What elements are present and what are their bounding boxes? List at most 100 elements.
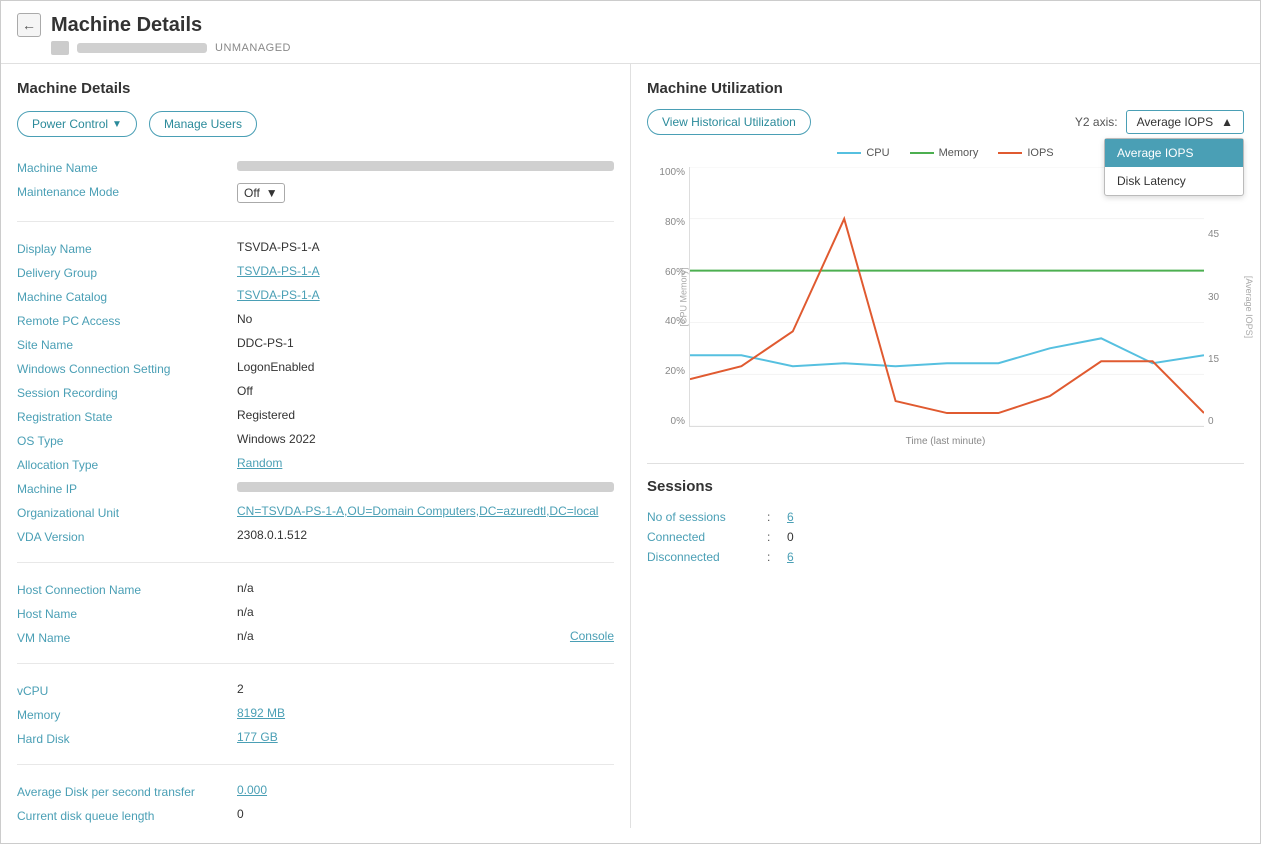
legend-cpu-label: CPU: [866, 147, 889, 159]
left-panel-title: Machine Details: [17, 80, 614, 97]
disk-queue-label: Current disk queue length: [17, 807, 237, 823]
main-content: Machine Details Power Control ▼ Manage U…: [1, 64, 1260, 828]
display-name-row: Display Name TSVDA-PS-1-A: [17, 236, 614, 260]
console-link[interactable]: Console: [570, 629, 614, 643]
back-button[interactable]: ←: [17, 13, 41, 37]
no-of-sessions-label: No of sessions: [647, 510, 767, 524]
chart-y-axis-label-left: [CPU Memory]: [679, 267, 689, 326]
unmanaged-badge: UNMANAGED: [215, 42, 291, 54]
power-control-button[interactable]: Power Control ▼: [17, 111, 137, 137]
hard-disk-row: Hard Disk 177 GB: [17, 726, 614, 750]
manage-users-button[interactable]: Manage Users: [149, 111, 257, 137]
org-unit-value[interactable]: CN=TSVDA-PS-1-A,OU=Domain Computers,DC=a…: [237, 504, 614, 518]
delivery-group-value[interactable]: TSVDA-PS-1-A: [237, 264, 614, 278]
site-name-value: DDC-PS-1: [237, 336, 614, 350]
allocation-type-value: Random: [237, 456, 614, 470]
legend-memory: Memory: [910, 147, 979, 159]
display-name-label: Display Name: [17, 240, 237, 256]
machine-catalog-label: Machine Catalog: [17, 288, 237, 304]
vm-name-value: n/a: [237, 629, 554, 643]
chart-svg: [CPU Memory]: [690, 167, 1204, 426]
vda-version-label: VDA Version: [17, 528, 237, 544]
machine-icon: [51, 41, 69, 55]
disk-queue-row: Current disk queue length 0: [17, 803, 614, 827]
windows-connection-label: Windows Connection Setting: [17, 360, 237, 376]
y2-dropdown[interactable]: Average IOPS ▲: [1126, 110, 1244, 134]
os-type-row: OS Type Windows 2022: [17, 428, 614, 452]
machine-name-label: Machine Name: [17, 159, 237, 175]
sessions-section: Sessions No of sessions : 6 Connected : …: [647, 463, 1244, 567]
host-connection-value: n/a: [237, 581, 614, 595]
vcpu-label: vCPU: [17, 682, 237, 698]
machine-name-value: [237, 161, 614, 171]
memory-legend-line: [910, 152, 934, 154]
chart-toolbar: View Historical Utilization Y2 axis: Ave…: [647, 109, 1244, 135]
os-type-value: Windows 2022: [237, 432, 614, 446]
rds-license-row: Microsoft RDS License VDA and Licensing …: [17, 827, 614, 828]
registration-state-value: Registered: [237, 408, 614, 422]
view-historical-button[interactable]: View Historical Utilization: [647, 109, 811, 135]
avg-disk-label: Average Disk per second transfer: [17, 783, 237, 799]
maintenance-mode-select[interactable]: Off ▼: [237, 183, 285, 203]
maintenance-mode-label: Maintenance Mode: [17, 183, 237, 199]
vda-version-value: 2308.0.1.512: [237, 528, 614, 542]
chevron-down-icon: ▼: [112, 119, 122, 130]
delivery-group-row: Delivery Group TSVDA-PS-1-A: [17, 260, 614, 284]
no-of-sessions-value[interactable]: 6: [787, 510, 794, 524]
y2-dropdown-wrapper: Average IOPS ▲ Average IOPS Disk Latency: [1126, 110, 1244, 134]
vda-version-row: VDA Version 2308.0.1.512: [17, 524, 614, 548]
disconnected-label: Disconnected: [647, 550, 767, 564]
legend-iops-label: IOPS: [1027, 147, 1053, 159]
windows-connection-row: Windows Connection Setting LogonEnabled: [17, 356, 614, 380]
site-name-row: Site Name DDC-PS-1: [17, 332, 614, 356]
org-unit-label: Organizational Unit: [17, 504, 237, 520]
host-name-value: n/a: [237, 605, 614, 619]
legend-memory-label: Memory: [939, 147, 979, 159]
y2-selected-value: Average IOPS: [1137, 115, 1214, 129]
connected-value: 0: [787, 530, 794, 544]
registration-state-label: Registration State: [17, 408, 237, 424]
memory-row: Memory 8192 MB: [17, 702, 614, 726]
disk-queue-value: 0: [237, 807, 614, 821]
session-recording-label: Session Recording: [17, 384, 237, 400]
dropdown-item-avg-iops[interactable]: Average IOPS: [1105, 139, 1243, 167]
avg-disk-value: 0.000: [237, 783, 614, 797]
windows-connection-value: LogonEnabled: [237, 360, 614, 374]
site-name-label: Site Name: [17, 336, 237, 352]
allocation-type-label: Allocation Type: [17, 456, 237, 472]
chart-x-label: Time (last minute): [906, 436, 986, 447]
host-name-row: Host Name n/a: [17, 601, 614, 625]
utilization-title: Machine Utilization: [647, 80, 1244, 97]
dropdown-item-disk-latency[interactable]: Disk Latency: [1105, 167, 1243, 195]
cpu-legend-line: [837, 152, 861, 154]
chevron-down-icon: ▼: [266, 186, 278, 200]
chart-y-right: 60 45 30 15 0: [1204, 167, 1244, 427]
maintenance-mode-row: Maintenance Mode Off ▼: [17, 179, 614, 207]
vm-name-row: VM Name n/a Console: [17, 625, 614, 649]
chart-y-axis-right-label: [Average IOPS]: [1244, 276, 1254, 338]
machine-catalog-value[interactable]: TSVDA-PS-1-A: [237, 288, 614, 302]
machine-info: UNMANAGED: [51, 41, 1244, 55]
disconnected-row: Disconnected : 6: [647, 547, 1244, 567]
machine-ip-value: [237, 482, 614, 492]
avg-disk-row: Average Disk per second transfer 0.000: [17, 779, 614, 803]
hard-disk-value: 177 GB: [237, 730, 614, 744]
session-count-row: No of sessions : 6: [647, 507, 1244, 527]
connected-label: Connected: [647, 530, 767, 544]
registration-state-row: Registration State Registered: [17, 404, 614, 428]
y2-axis-label: Y2 axis:: [1075, 115, 1118, 129]
org-unit-row: Organizational Unit CN=TSVDA-PS-1-A,OU=D…: [17, 500, 614, 524]
allocation-type-row: Allocation Type Random: [17, 452, 614, 476]
session-recording-row: Session Recording Off: [17, 380, 614, 404]
delivery-group-label: Delivery Group: [17, 264, 237, 280]
host-connection-label: Host Connection Name: [17, 581, 237, 597]
no-of-sessions-colon: :: [767, 510, 787, 524]
host-name-label: Host Name: [17, 605, 237, 621]
legend-iops: IOPS: [998, 147, 1053, 159]
vcpu-row: vCPU 2: [17, 678, 614, 702]
machine-name-blurred: [77, 43, 207, 53]
action-buttons: Power Control ▼ Manage Users: [17, 111, 614, 137]
y2-dropdown-menu: Average IOPS Disk Latency: [1104, 138, 1244, 196]
vm-name-label: VM Name: [17, 629, 237, 645]
disconnected-value[interactable]: 6: [787, 550, 794, 564]
